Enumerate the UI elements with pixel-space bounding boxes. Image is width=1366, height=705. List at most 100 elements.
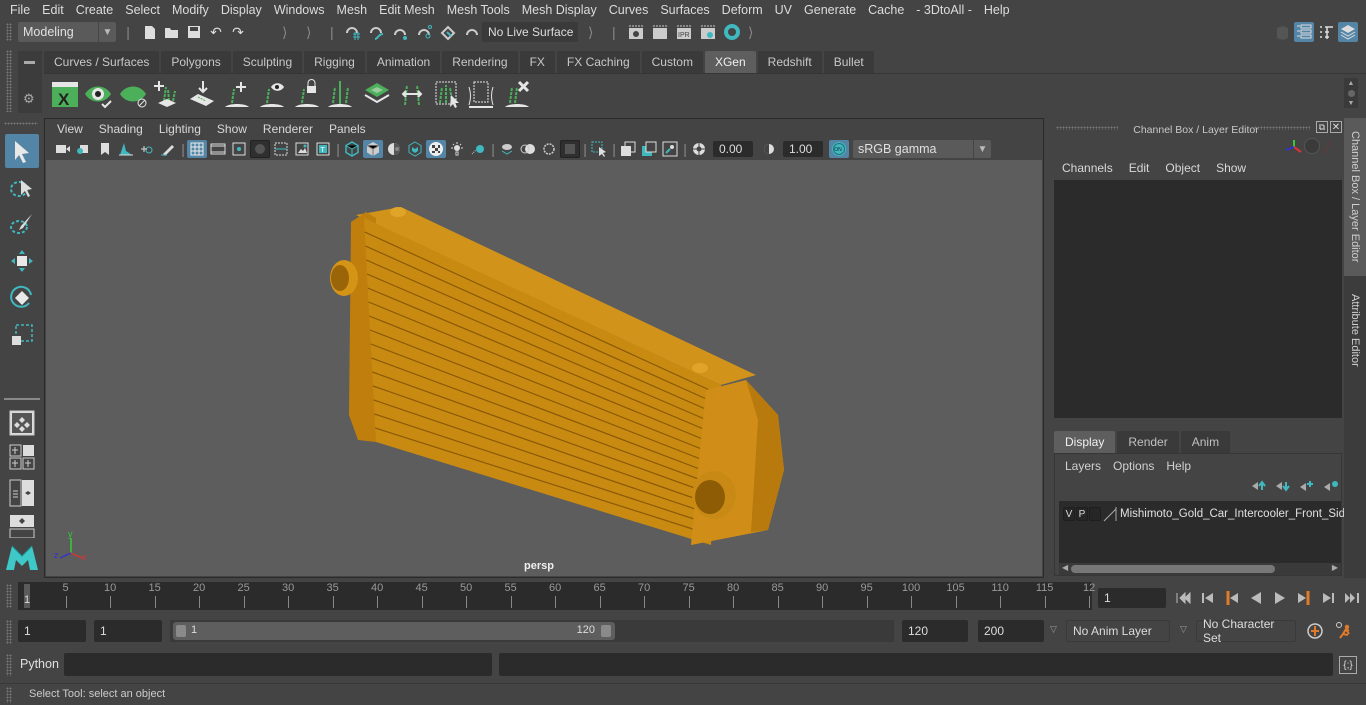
go-to-end-icon[interactable] (1342, 588, 1362, 608)
workspace-dropdown[interactable]: Modeling ▼ (18, 22, 116, 42)
lock-guides-icon[interactable] (291, 78, 323, 110)
menu-deform[interactable]: Deform (716, 0, 769, 20)
xray-icon[interactable] (618, 140, 638, 158)
guide-bounds-icon[interactable] (465, 78, 497, 110)
shelf-tab-curves-surfaces[interactable]: Curves / Surfaces (44, 51, 160, 73)
step-back-key-icon[interactable] (1222, 588, 1242, 608)
new-empty-layer-icon[interactable] (1299, 480, 1315, 492)
anim-layer-dropdown-arrow-icon[interactable]: ▽ (1050, 624, 1057, 635)
shelf-tab-custom[interactable]: Custom (641, 51, 703, 73)
isolate-select-icon[interactable] (560, 140, 580, 158)
command-grip[interactable] (6, 654, 12, 676)
layer-tab-render[interactable]: Render (1117, 431, 1179, 453)
menu-edit-mesh[interactable]: Edit Mesh (373, 0, 441, 20)
layer-display-type-toggle[interactable] (1089, 507, 1101, 521)
safe-title-icon[interactable]: T (313, 140, 333, 158)
multisample-aa-icon[interactable] (518, 140, 538, 158)
grease-pencil-icon[interactable] (158, 140, 178, 158)
delete-guides-icon[interactable] (501, 78, 533, 110)
field-chart-icon[interactable] (271, 140, 291, 158)
new-layer-selected-icon[interactable] (1323, 480, 1339, 492)
shelf-tab-fx[interactable]: FX (519, 51, 555, 73)
panel-grip[interactable] (1254, 126, 1310, 130)
snap-to-view-plane-icon[interactable] (438, 22, 458, 42)
collapse-arrow-icon[interactable]: ⟩ (748, 24, 753, 41)
menu-edit[interactable]: Edit (36, 0, 70, 20)
step-forward-key-icon[interactable] (1294, 588, 1314, 608)
smooth-shade-icon[interactable] (363, 140, 383, 158)
shelf-tab-bullet[interactable]: Bullet (823, 51, 874, 73)
select-tool-icon[interactable] (5, 134, 39, 168)
layer-row[interactable]: V P Mishimoto_Gold_Car_Intercooler_Front… (1063, 506, 1345, 522)
playback-end-field[interactable]: 120 (902, 620, 968, 642)
menu-display[interactable]: Display (215, 0, 268, 20)
render-view-icon[interactable] (626, 22, 646, 42)
animation-start-field[interactable]: 1 (18, 620, 86, 642)
resolution-gate-icon[interactable] (229, 140, 249, 158)
menu-mesh[interactable]: Mesh (331, 0, 374, 20)
motion-blur-icon[interactable] (497, 140, 517, 158)
color-space-dropdown[interactable]: sRGB gamma ▼ (853, 140, 991, 158)
float-panel-icon[interactable]: ⧉ (1316, 121, 1328, 133)
new-scene-icon[interactable] (140, 22, 160, 42)
bookmark-icon[interactable] (95, 140, 115, 158)
layer-color-swatch-icon[interactable] (1102, 506, 1118, 522)
character-set-field[interactable]: No Character Set (1196, 617, 1296, 645)
lasso-tool-icon[interactable] (5, 171, 39, 205)
2d-pan-zoom-icon[interactable] (137, 140, 157, 158)
xgen-preview-icon[interactable] (82, 78, 114, 110)
playback-start-field[interactable]: 1 (94, 620, 162, 642)
channel-box-toggle-icon[interactable] (1294, 22, 1314, 42)
flip-guides-icon[interactable] (396, 78, 428, 110)
xray-select-icon[interactable] (589, 140, 609, 158)
go-to-start-icon[interactable] (1174, 588, 1194, 608)
help-grip[interactable] (6, 687, 12, 703)
time-slider[interactable]: 1 5 10 15 20 25 30 35 40 45 50 55 60 65 70 75 80 85 90 95 1… (18, 582, 1095, 610)
menu-generate[interactable]: Generate (798, 0, 862, 20)
shelf-tab-polygons[interactable]: Polygons (161, 51, 231, 73)
menu-create[interactable]: Create (70, 0, 120, 20)
single-perspective-layout-icon[interactable] (5, 406, 39, 440)
safe-action-icon[interactable] (292, 140, 312, 158)
add-guides-icon[interactable] (151, 78, 183, 110)
range-end-handle[interactable] (601, 625, 611, 637)
place-guides-icon[interactable] (186, 78, 218, 110)
animation-preferences-icon[interactable] (1334, 621, 1354, 641)
play-forwards-icon[interactable] (1270, 588, 1290, 608)
sculpt-guides-icon[interactable] (324, 78, 356, 110)
auto-keyframe-icon[interactable] (1306, 622, 1324, 640)
shadows-icon[interactable] (447, 140, 467, 158)
layer-menu-options[interactable]: Options (1107, 456, 1160, 476)
channel-box-menu-show[interactable]: Show (1208, 158, 1254, 178)
current-frame-field[interactable]: 1 (1098, 588, 1166, 608)
paint-select-tool-icon[interactable] (5, 207, 39, 241)
render-frame-icon[interactable] (650, 22, 670, 42)
hypershade-icon[interactable] (722, 22, 742, 42)
menu-select[interactable]: Select (119, 0, 166, 20)
grid-toggle-icon[interactable] (187, 140, 207, 158)
layer-menu-help[interactable]: Help (1160, 456, 1197, 476)
shelf-menu-dot-icon[interactable] (1347, 89, 1355, 97)
scale-tool-icon[interactable] (5, 318, 39, 352)
density-icon[interactable] (361, 78, 393, 110)
xgen-hide-icon[interactable] (117, 78, 149, 110)
xray-joints-icon[interactable] (660, 140, 680, 158)
layer-tab-display[interactable]: Display (1054, 431, 1116, 453)
play-backwards-icon[interactable] (1246, 588, 1266, 608)
viewport-menu-shading[interactable]: Shading (91, 122, 151, 136)
gate-mask-icon[interactable] (250, 140, 270, 158)
shelf-tab-sculpting[interactable]: Sculpting (232, 51, 303, 73)
scroll-up-icon[interactable]: ▲ (1348, 80, 1355, 87)
xgen-editor-icon[interactable]: X (49, 78, 81, 110)
depth-of-field-icon[interactable] (539, 140, 559, 158)
script-editor-icon[interactable]: {;} (1339, 656, 1357, 674)
gamma-field[interactable]: 1.00 (783, 141, 823, 157)
command-language-toggle[interactable]: Python (20, 657, 59, 671)
move-layer-down-icon[interactable] (1275, 480, 1291, 492)
channel-box-menu-edit[interactable]: Edit (1121, 158, 1158, 178)
camera-attributes-icon[interactable] (74, 140, 94, 158)
range-grip[interactable] (6, 620, 12, 644)
viewport-menu-panels[interactable]: Panels (321, 122, 374, 136)
shelf-scroll[interactable]: ▲ ▼ (1344, 78, 1358, 108)
menu-mesh-display[interactable]: Mesh Display (516, 0, 603, 20)
